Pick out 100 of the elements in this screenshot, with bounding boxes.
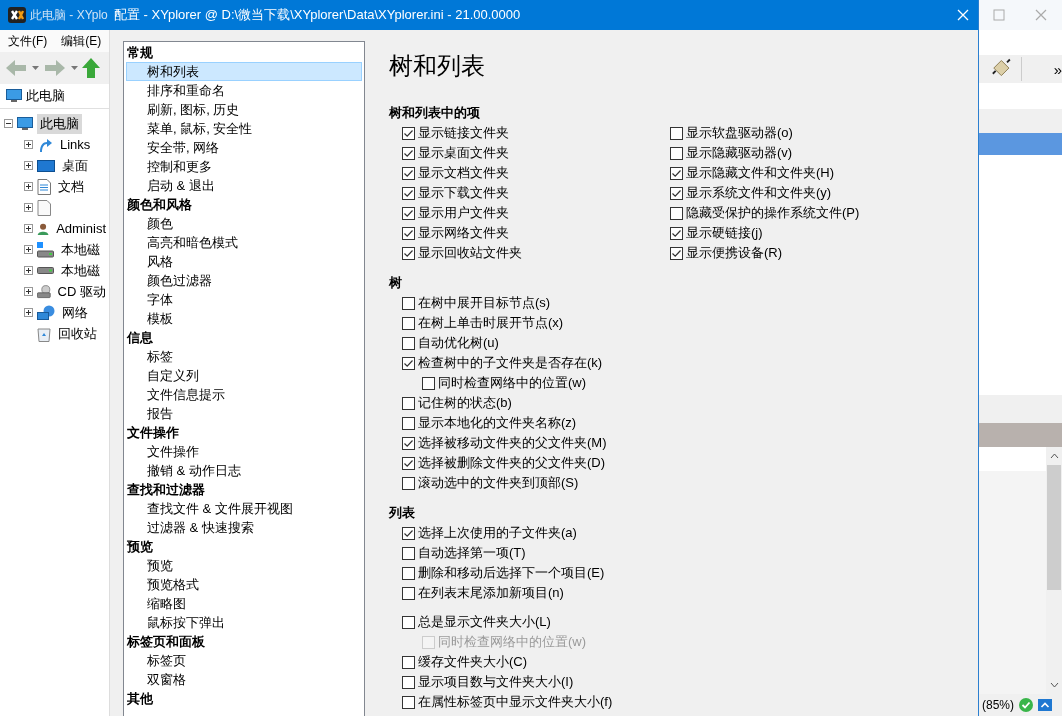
checkbox[interactable] <box>402 356 415 370</box>
tree-toggle[interactable] <box>24 245 33 254</box>
checkbox[interactable] <box>402 186 415 200</box>
checkbox[interactable] <box>402 316 415 330</box>
tree-toggle[interactable] <box>24 224 33 233</box>
category-item[interactable]: 缩略图 <box>126 594 362 613</box>
category-item[interactable]: 文件信息提示 <box>126 385 362 404</box>
checkbox[interactable] <box>402 655 415 669</box>
option-label: 在属性标签页中显示文件夹大小(f) <box>418 693 613 711</box>
checkbox[interactable] <box>402 695 415 709</box>
category-item[interactable]: 模板 <box>126 309 362 328</box>
checkbox[interactable] <box>670 146 683 160</box>
category-item[interactable]: 颜色过滤器 <box>126 271 362 290</box>
scroll-down-icon[interactable] <box>1049 682 1059 688</box>
checkbox[interactable] <box>402 226 415 240</box>
overflow-button[interactable]: » <box>1053 60 1062 78</box>
tree-item[interactable]: 此电脑 <box>37 113 82 134</box>
checkbox[interactable] <box>670 246 683 260</box>
tree-item[interactable]: 文档 <box>55 176 87 197</box>
checkbox[interactable] <box>402 336 415 350</box>
checkbox[interactable] <box>402 526 415 540</box>
menu-item[interactable]: 文件(F) <box>8 32 48 50</box>
category-item[interactable]: 安全带, 网络 <box>126 138 362 157</box>
category-item[interactable]: 鼠标按下弹出 <box>126 613 362 632</box>
category-item[interactable]: 过滤器 & 快速搜索 <box>126 518 362 537</box>
tree-toggle[interactable] <box>24 308 33 317</box>
category-item[interactable]: 高亮和暗色模式 <box>126 233 362 252</box>
category-item[interactable]: 自定义列 <box>126 366 362 385</box>
tree-item[interactable]: 网络 <box>59 302 91 323</box>
checkbox[interactable] <box>402 296 415 310</box>
category-item[interactable]: 颜色 <box>126 214 362 233</box>
checkbox[interactable] <box>402 615 415 629</box>
checkbox[interactable] <box>402 546 415 560</box>
checkbox[interactable] <box>670 186 683 200</box>
checkbox[interactable] <box>402 586 415 600</box>
category-item[interactable]: 控制和更多 <box>126 157 362 176</box>
checkbox[interactable] <box>402 675 415 689</box>
checkbox[interactable] <box>670 206 683 220</box>
checkbox[interactable] <box>670 166 683 180</box>
category-item[interactable]: 风格 <box>126 252 362 271</box>
monitor-icon <box>6 89 22 103</box>
category-item[interactable]: 启动 & 退出 <box>126 176 362 195</box>
tree-item[interactable]: 桌面 <box>59 155 91 176</box>
category-heading: 常规 <box>126 44 154 62</box>
checkbox[interactable] <box>402 146 415 160</box>
category-item[interactable]: 菜单, 鼠标, 安全性 <box>126 119 362 138</box>
checkbox[interactable] <box>422 376 435 390</box>
category-item[interactable]: 排序和重命名 <box>126 81 362 100</box>
tree-item[interactable]: 回收站 <box>55 323 100 344</box>
option-label: 检查树中的子文件夹是否存在(k) <box>418 354 603 372</box>
tree-item[interactable]: Administ <box>53 220 109 237</box>
category-item[interactable]: 撤销 & 动作日志 <box>126 461 362 480</box>
tree-item[interactable]: 本地磁 <box>58 260 103 281</box>
drive-icon <box>37 267 54 274</box>
up-arrow-icon[interactable] <box>82 57 100 79</box>
checkbox[interactable] <box>402 126 415 140</box>
category-item[interactable]: 树和列表 <box>126 62 362 81</box>
option-label: 显示便携设备(R) <box>686 244 783 262</box>
checkbox[interactable] <box>402 246 415 260</box>
category-item[interactable]: 文件操作 <box>126 442 362 461</box>
checkbox[interactable] <box>670 226 683 240</box>
scrollbar[interactable] <box>1046 447 1062 694</box>
option-label: 显示软盘驱动器(o) <box>686 124 793 142</box>
category-item[interactable]: 刷新, 图标, 历史 <box>126 100 362 119</box>
tree-toggle[interactable] <box>24 203 33 212</box>
category-item[interactable]: 报告 <box>126 404 362 423</box>
tree-toggle[interactable] <box>24 161 33 170</box>
checkbox[interactable] <box>402 456 415 470</box>
tree-toggle[interactable] <box>24 140 33 149</box>
collapse-up-icon[interactable] <box>1038 699 1052 711</box>
tree-toggle[interactable] <box>24 182 33 191</box>
category-item[interactable]: 预览 <box>126 556 362 575</box>
checkbox[interactable] <box>670 126 683 140</box>
scroll-up-icon[interactable] <box>1049 453 1059 459</box>
tree-item[interactable]: 本地磁 <box>58 239 103 260</box>
tree-toggle[interactable] <box>24 287 33 296</box>
tree-item[interactable]: CD 驱动 <box>54 281 109 302</box>
tree-toggle[interactable] <box>4 119 13 128</box>
category-item[interactable]: 预览格式 <box>126 575 362 594</box>
address-bar[interactable]: 此电脑 <box>0 84 109 109</box>
checkbox[interactable] <box>402 566 415 580</box>
checkbox[interactable] <box>402 436 415 450</box>
checkbox[interactable] <box>402 396 415 410</box>
option-label: 在树上单击时展开节点(x) <box>418 314 564 332</box>
caret-icon[interactable] <box>32 66 39 70</box>
checkbox[interactable] <box>402 416 415 430</box>
caret-icon[interactable] <box>71 66 78 70</box>
category-item[interactable]: 查找文件 & 文件展开视图 <box>126 499 362 518</box>
scroll-thumb[interactable] <box>1047 465 1061 590</box>
checkbox[interactable] <box>402 206 415 220</box>
menu-item[interactable]: 编辑(E) <box>61 32 102 50</box>
category-item[interactable]: 字体 <box>126 290 362 309</box>
tree-item[interactable]: Links <box>57 136 94 153</box>
checkbox[interactable] <box>402 166 415 180</box>
checkbox[interactable] <box>402 476 415 490</box>
category-item[interactable]: 标签页 <box>126 651 362 670</box>
category-item[interactable]: 标签 <box>126 347 362 366</box>
tree-toggle[interactable] <box>24 266 33 275</box>
category-item[interactable]: 双窗格 <box>126 670 362 689</box>
option-label: 滚动选中的文件夹到顶部(S) <box>418 474 579 492</box>
